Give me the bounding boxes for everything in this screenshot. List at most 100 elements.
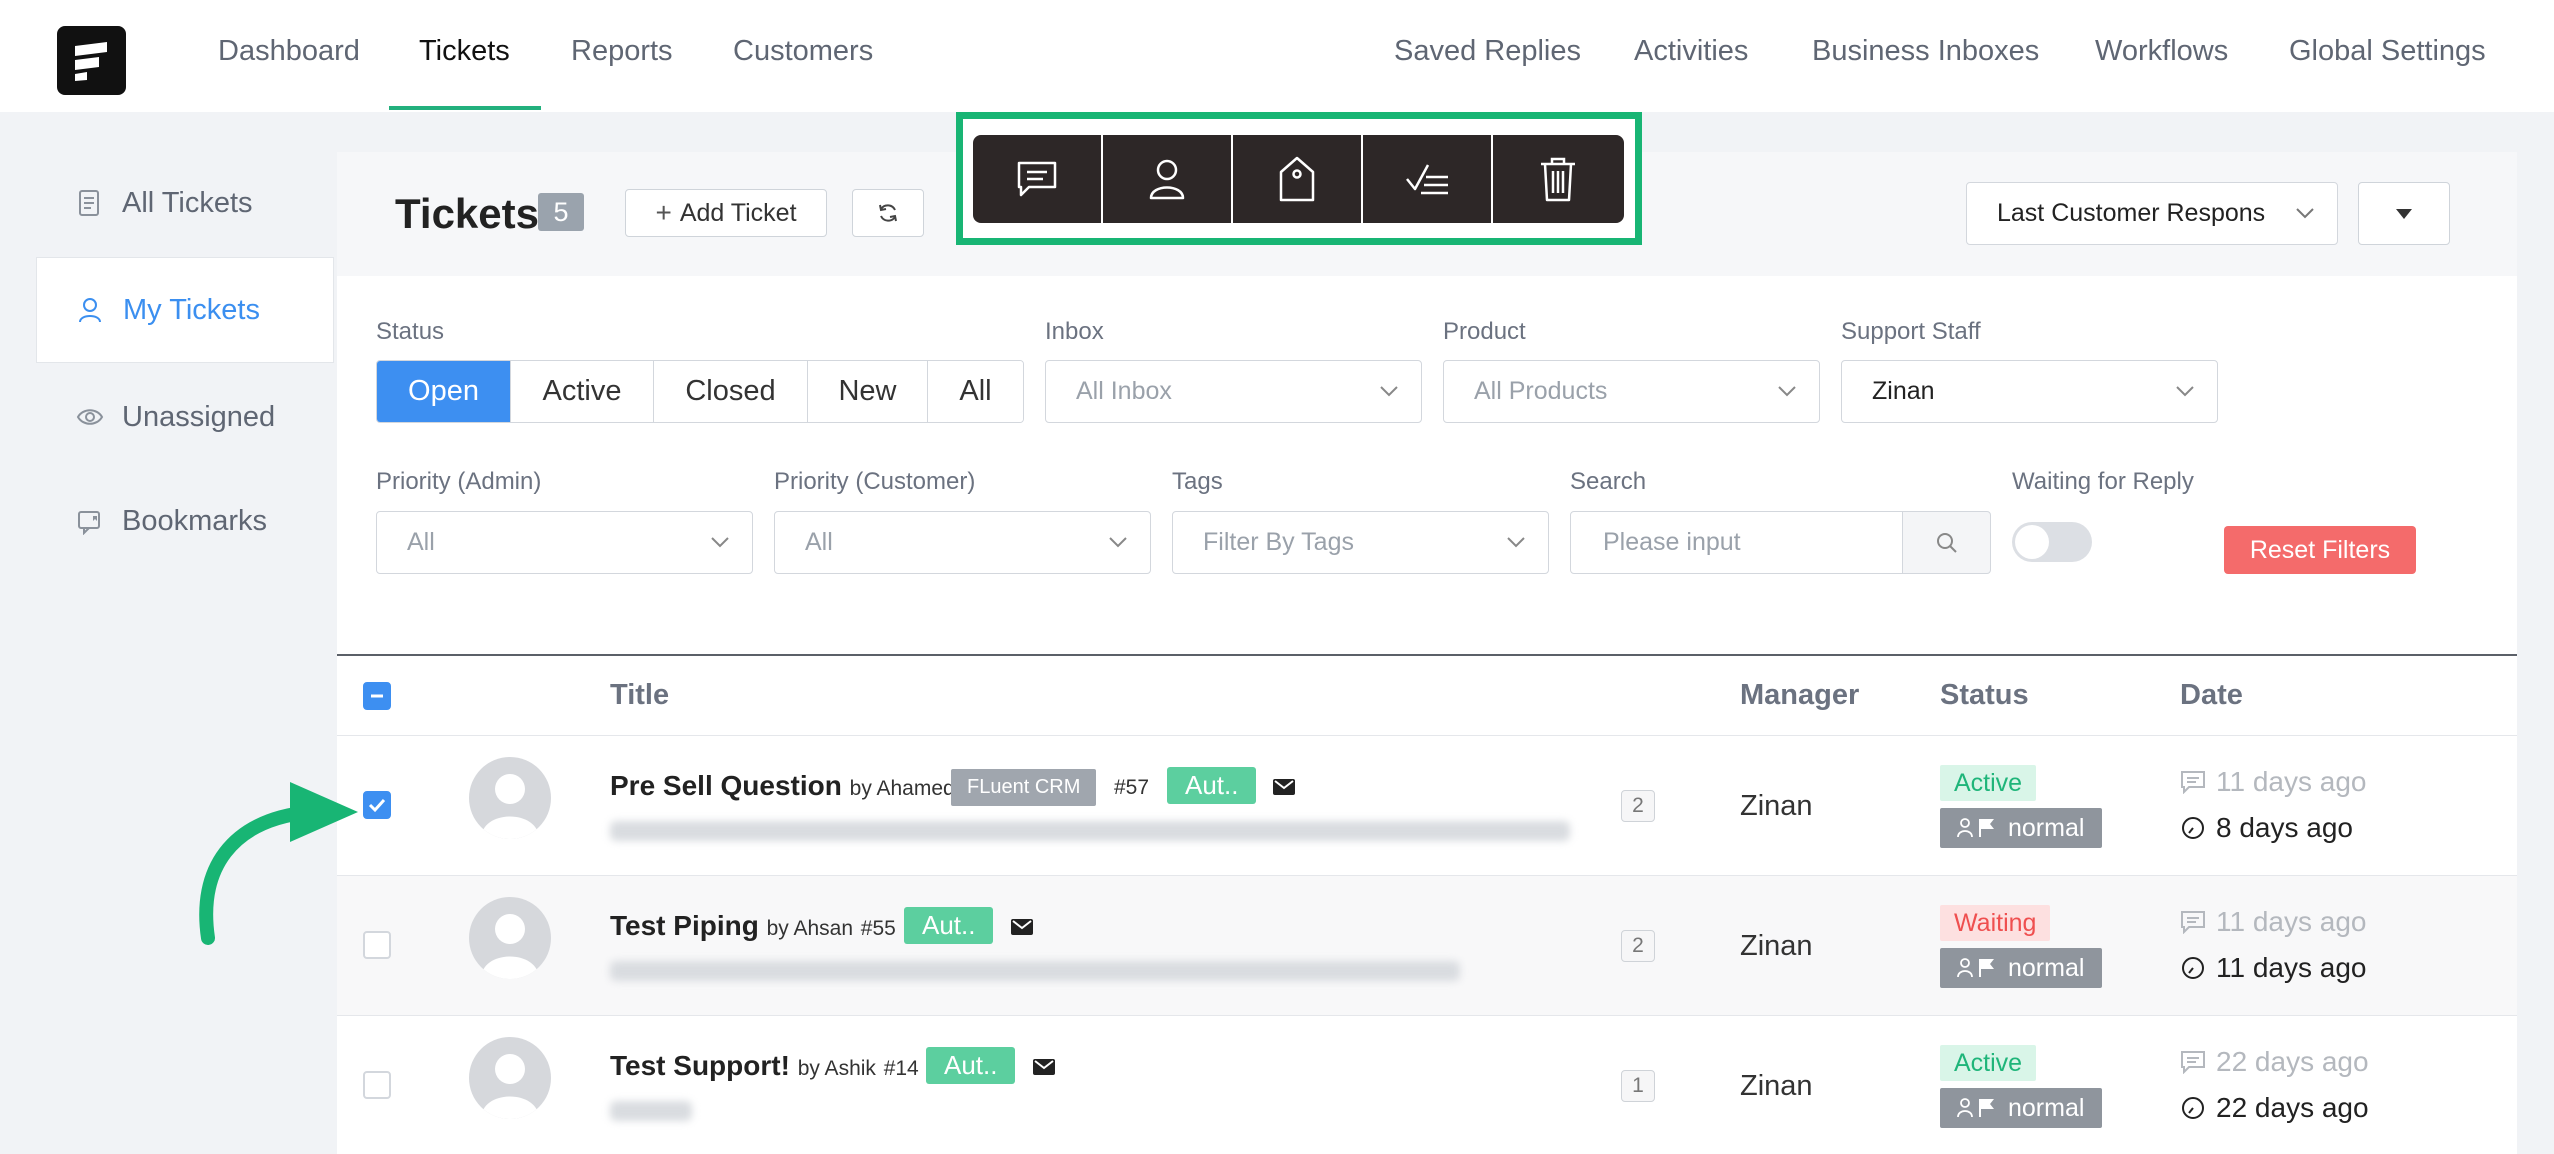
- ticket-count-badge: 5: [538, 193, 584, 231]
- column-status[interactable]: Status: [1940, 679, 2029, 712]
- column-title[interactable]: Title: [610, 679, 669, 712]
- created-date-text: 22 days ago: [2216, 1092, 2369, 1123]
- toggle-knob: [2015, 525, 2049, 559]
- user-flag-icon: [1957, 1098, 1994, 1118]
- bulk-status-button[interactable]: [1363, 135, 1493, 223]
- column-date[interactable]: Date: [2180, 679, 2243, 712]
- table-divider: [337, 654, 2517, 656]
- table-row[interactable]: [337, 735, 2517, 875]
- waiting-reply-label: Waiting for Reply: [2012, 468, 2194, 495]
- select-all-checkbox[interactable]: [363, 682, 391, 710]
- column-manager[interactable]: Manager: [1740, 679, 1859, 712]
- bulk-actions-toolbar: [973, 135, 1624, 223]
- table-row[interactable]: [337, 875, 2517, 1015]
- nav-saved-replies[interactable]: Saved Replies: [1394, 35, 1581, 68]
- nav-global-settings[interactable]: Global Settings: [2289, 35, 2486, 68]
- nav-dashboard[interactable]: Dashboard: [218, 35, 360, 68]
- support-staff-value: Zinan: [1872, 377, 1935, 405]
- ticket-id: #14: [883, 1057, 919, 1080]
- ticket-preview-blurred: [610, 821, 1570, 841]
- priority-customer-select[interactable]: All: [774, 511, 1151, 574]
- sidebar-item-label: My Tickets: [123, 293, 260, 326]
- chevron-down-icon: [2176, 385, 2194, 396]
- document-icon: [76, 189, 104, 217]
- ticket-title[interactable]: Test Support! by Ashik #14: [610, 1050, 919, 1082]
- reset-filters-button[interactable]: Reset Filters: [2224, 526, 2416, 574]
- sidebar-item-unassigned[interactable]: Unassigned: [36, 364, 334, 470]
- nav-tickets[interactable]: Tickets: [419, 35, 510, 68]
- waiting-reply-toggle[interactable]: [2012, 522, 2092, 562]
- ticket-id: #57: [1114, 776, 1150, 799]
- refresh-icon: [879, 204, 897, 222]
- response-count: 1: [1621, 1070, 1655, 1102]
- plus-icon: +: [655, 197, 672, 228]
- chevron-down-icon: [1507, 536, 1525, 547]
- avatar: [469, 1037, 551, 1119]
- search-input[interactable]: Please input: [1570, 511, 1903, 574]
- chevron-down-icon: [1109, 536, 1127, 547]
- nav-customers[interactable]: Customers: [733, 35, 873, 68]
- refresh-button[interactable]: [852, 189, 924, 237]
- mail-icon: [1011, 919, 1033, 935]
- bulk-assign-button[interactable]: [1103, 135, 1233, 223]
- nav-business-inboxes[interactable]: Business Inboxes: [1812, 35, 2039, 68]
- table-row[interactable]: [337, 1015, 2517, 1154]
- app-logo[interactable]: [57, 26, 126, 95]
- last-response-date: 11 days ago: [2180, 906, 2367, 938]
- nav-activities[interactable]: Activities: [1634, 35, 1748, 68]
- sidebar-item-all-tickets[interactable]: All Tickets: [36, 150, 334, 256]
- comment-icon: [2181, 1051, 2205, 1074]
- inbox-select[interactable]: All Inbox: [1045, 360, 1422, 423]
- ticket-title[interactable]: Test Piping by Ahsan #55: [610, 910, 896, 942]
- row-checkbox[interactable]: [363, 1071, 391, 1099]
- sidebar-item-bookmarks[interactable]: Bookmarks: [36, 468, 334, 574]
- clock-icon: [2182, 817, 2204, 839]
- user-flag-icon: [1957, 958, 1994, 978]
- status-all-button[interactable]: All: [928, 361, 1023, 422]
- status-new-button[interactable]: New: [808, 361, 928, 422]
- bulk-tag-button[interactable]: [1233, 135, 1363, 223]
- avatar: [469, 757, 551, 839]
- last-response-text: 11 days ago: [2216, 906, 2367, 937]
- sort-direction-button[interactable]: [2358, 182, 2450, 245]
- search-button[interactable]: [1902, 511, 1991, 574]
- ticket-title-text: Test Piping: [610, 910, 759, 941]
- created-date: 8 days ago: [2180, 812, 2353, 844]
- sidebar-item-my-tickets[interactable]: My Tickets: [36, 257, 334, 363]
- ticket-preview-blurred: [610, 961, 1460, 981]
- priority-customer-value: All: [805, 528, 833, 556]
- inbox-filter-label: Inbox: [1045, 318, 1104, 345]
- nav-reports[interactable]: Reports: [571, 35, 673, 68]
- bulk-delete-button[interactable]: [1493, 135, 1623, 223]
- eye-icon: [76, 403, 104, 431]
- ticket-author: by Ashik: [797, 1057, 876, 1080]
- user-flag-icon: [1957, 818, 1994, 838]
- product-filter-label: Product: [1443, 318, 1526, 345]
- tags-select[interactable]: Filter By Tags: [1172, 511, 1549, 574]
- caret-down-icon: [2396, 208, 2412, 219]
- sort-select[interactable]: Last Customer Respons: [1966, 182, 2338, 245]
- tags-filter-label: Tags: [1172, 468, 1223, 495]
- ticket-title[interactable]: Pre Sell Question by Ahamed: [610, 770, 955, 802]
- status-open-button[interactable]: Open: [377, 361, 511, 422]
- auto-tag: Aut..: [926, 1047, 1016, 1084]
- status-filter-label: Status: [376, 318, 445, 345]
- priority-customer-label: Priority (Customer): [774, 468, 976, 495]
- nav-workflows[interactable]: Workflows: [2095, 35, 2228, 68]
- support-staff-select[interactable]: Zinan: [1841, 360, 2218, 423]
- chevron-down-icon: [711, 536, 729, 547]
- add-ticket-button[interactable]: + Add Ticket: [625, 189, 827, 237]
- priority-badge: normal: [1940, 948, 2103, 988]
- created-date-text: 8 days ago: [2216, 812, 2353, 843]
- sidebar-item-label: All Tickets: [122, 186, 253, 219]
- status-active-button[interactable]: Active: [511, 361, 654, 422]
- status-closed-button[interactable]: Closed: [654, 361, 808, 422]
- bulk-reply-button[interactable]: [973, 135, 1103, 223]
- minus-icon: [371, 694, 383, 698]
- reply-icon: [1017, 161, 1057, 197]
- priority-admin-select[interactable]: All: [376, 511, 753, 574]
- support-staff-filter-label: Support Staff: [1841, 318, 1981, 345]
- inbox-select-placeholder: All Inbox: [1076, 377, 1172, 405]
- product-select-placeholder: All Products: [1474, 377, 1608, 405]
- product-select[interactable]: All Products: [1443, 360, 1820, 423]
